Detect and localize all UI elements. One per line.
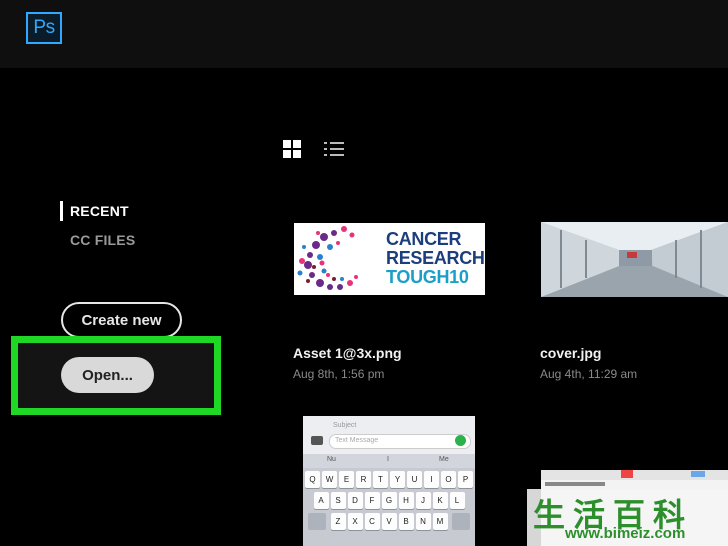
- keyboard-key: T: [373, 471, 388, 488]
- dotted-c-logo: [297, 226, 358, 290]
- keyboard-key: V: [381, 513, 397, 530]
- watermark: 生活百科 www.bimeiz.com: [527, 489, 728, 546]
- doc-marker: [621, 470, 633, 478]
- keyboard-key: I: [424, 471, 439, 488]
- keyboard-key: Z: [330, 513, 346, 530]
- cancer-text: CANCER: [386, 229, 462, 249]
- corridor-image: [541, 222, 728, 297]
- active-nav-indicator: [60, 201, 63, 221]
- subject-placeholder: Subject: [333, 422, 357, 429]
- top-bar: Ps: [0, 0, 728, 68]
- keyboard-key: H: [398, 492, 414, 509]
- keyboard-key: S: [330, 492, 346, 509]
- keyboard-key: Y: [390, 471, 405, 488]
- file-name: Asset 1@3x.png: [293, 345, 402, 361]
- list-view-icon[interactable]: [324, 140, 344, 158]
- file-name: cover.jpg: [540, 345, 602, 361]
- keyboard-key: K: [432, 492, 448, 509]
- grid-view-icon[interactable]: [283, 140, 301, 158]
- keyboard-key: G: [381, 492, 397, 509]
- research-text: RESEARCH: [386, 248, 485, 268]
- keyboard-key: D: [347, 492, 363, 509]
- thumbnail-keyboard[interactable]: Subject Text Message Nu I Me QWERTYUIOPA…: [303, 416, 475, 546]
- doc-marker: [691, 471, 705, 477]
- keyboard-key: C: [364, 513, 380, 530]
- keyboard-key: L: [449, 492, 465, 509]
- keyboard-key: Q: [305, 471, 320, 488]
- watermark-url: www.bimeiz.com: [565, 525, 686, 542]
- keyboard-key: O: [441, 471, 456, 488]
- keyboard-key: X: [347, 513, 363, 530]
- shift-key-icon: [308, 513, 326, 530]
- keyboard-key: J: [415, 492, 431, 509]
- thumbnail-asset-1[interactable]: CANCER RESEARCH TOUGH10: [294, 223, 485, 295]
- keyboard-key: R: [356, 471, 371, 488]
- keyboard-key: A: [313, 492, 329, 509]
- keyboard-key: B: [398, 513, 414, 530]
- keyboard-key: N: [415, 513, 431, 530]
- camera-icon: [311, 436, 323, 445]
- backspace-key-icon: [452, 513, 470, 530]
- doc-title-line: [545, 482, 605, 486]
- suggestion: I: [387, 456, 389, 463]
- keyboard-key: F: [364, 492, 380, 509]
- nav-recent[interactable]: RECENT: [70, 203, 129, 219]
- keyboard-key: P: [458, 471, 473, 488]
- open-button[interactable]: Open...: [61, 357, 154, 393]
- file-date: Aug 8th, 1:56 pm: [293, 367, 385, 381]
- tough10-text: TOUGH10: [386, 267, 469, 287]
- create-new-button[interactable]: Create new: [61, 302, 182, 338]
- file-date: Aug 4th, 11:29 am: [540, 367, 638, 381]
- keyboard-key: M: [432, 513, 448, 530]
- thumbnail-cover[interactable]: [541, 222, 728, 297]
- keyboard-key: W: [322, 471, 337, 488]
- photoshop-logo: Ps: [26, 12, 62, 44]
- message-placeholder: Text Message: [335, 437, 379, 444]
- keyboard-key: U: [407, 471, 422, 488]
- nav-cc-files[interactable]: CC FILES: [70, 232, 135, 248]
- suggestion: Me: [439, 456, 449, 463]
- send-icon: [455, 435, 466, 446]
- suggestion: Nu: [327, 456, 336, 463]
- keyboard-key: E: [339, 471, 354, 488]
